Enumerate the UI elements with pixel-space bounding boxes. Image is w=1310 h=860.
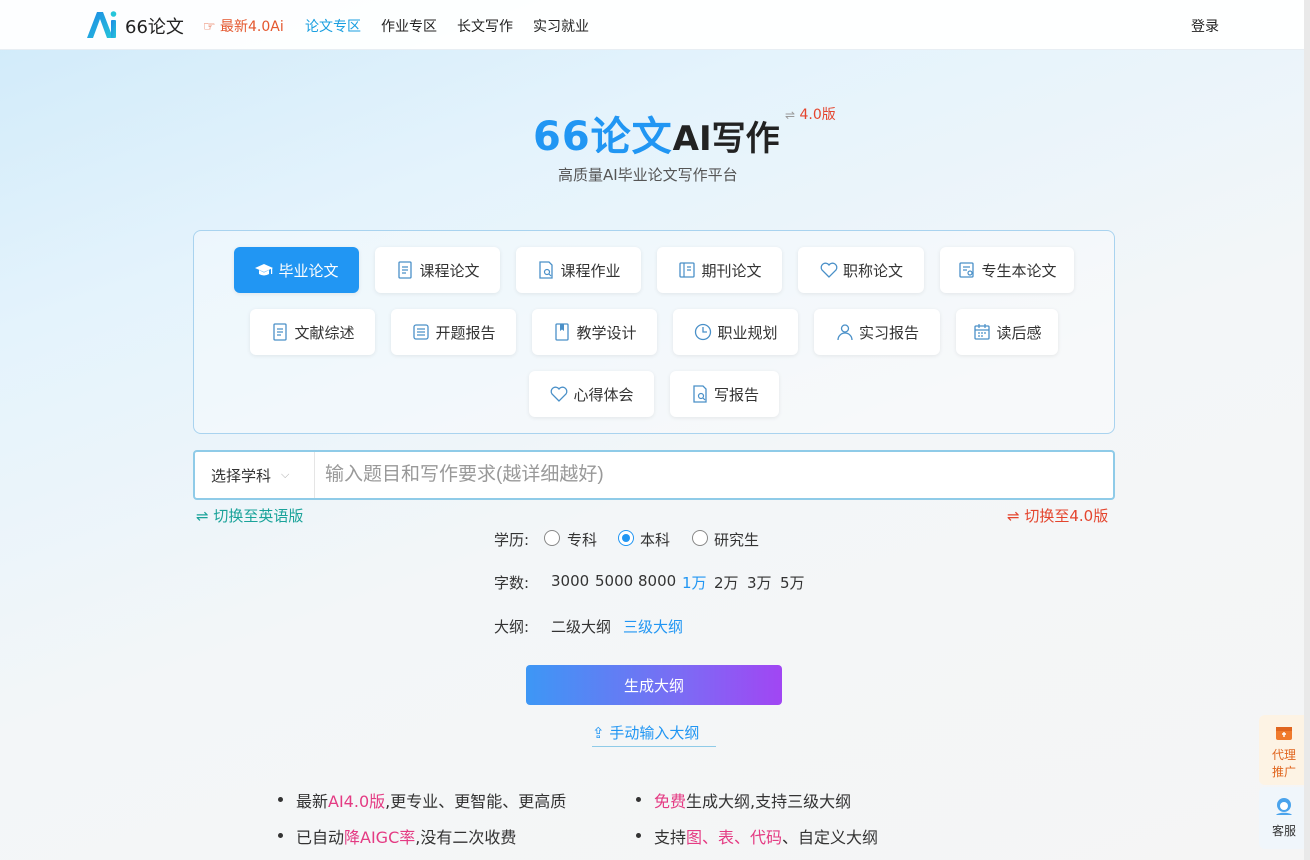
manual-outline-link[interactable]: ⇪ 手动输入大纲 [592, 722, 716, 747]
customer-service-icon [1276, 798, 1292, 815]
type-teaching-design[interactable]: 教学设计 [532, 309, 657, 355]
feature-item: 最新AI4.0版,更专业、更智能、更高质 [277, 788, 566, 812]
hero-title-rest: AI写作 [672, 119, 780, 159]
wordcount-option[interactable]: 2万 [714, 572, 739, 593]
hero-subtitle: 高质量AI毕业论文写作平台 [558, 166, 738, 184]
document-search-icon [693, 385, 707, 403]
gift-icon [1276, 727, 1292, 740]
nav-homework-zone[interactable]: 作业专区 [381, 16, 437, 36]
wordcount-option[interactable]: 5万 [780, 572, 805, 593]
switch-icon: ⇌ [785, 108, 796, 122]
type-course-homework[interactable]: 课程作业 [516, 247, 641, 293]
document-icon [398, 261, 413, 279]
nav-thesis-zone[interactable]: 论文专区 [305, 16, 361, 36]
type-reflection[interactable]: 心得体会 [529, 371, 654, 417]
switch-to-40-link[interactable]: ⇌ 切换至4.0版 [1007, 505, 1108, 526]
brand-name[interactable]: 66论文 [125, 13, 184, 39]
radio-postgraduate[interactable] [692, 530, 708, 546]
type-proposal-report[interactable]: 开题报告 [391, 309, 516, 355]
radio-label-junior-college[interactable]: 专科 [567, 529, 597, 550]
topic-input[interactable] [325, 458, 1105, 492]
login-link[interactable]: 登录 [1191, 16, 1219, 36]
nav-internship[interactable]: 实习就业 [533, 16, 589, 36]
top-navigation-bar: 66论文 ☞ 最新4.0Ai 论文专区 作业专区 长文写作 实习就业 登录 [0, 0, 1310, 50]
document-search-icon [539, 261, 554, 279]
hero-title-main: 66论文 [533, 114, 673, 160]
type-internship-report[interactable]: 实习报告 [814, 309, 940, 355]
brand-logo[interactable] [85, 8, 119, 40]
feature-item: 免费生成大纲,支持三级大纲 [635, 788, 851, 812]
graduation-cap-icon [255, 264, 274, 276]
report-icon [959, 262, 975, 278]
customer-service-widget[interactable]: 客服 [1259, 787, 1309, 849]
book-icon [555, 323, 570, 341]
upload-icon: ⇪ [592, 724, 605, 742]
journal-icon [679, 262, 696, 278]
version-label: 4.0版 [799, 107, 836, 123]
outline-option-level3[interactable]: 三级大纲 [623, 616, 683, 637]
type-professional-title-paper[interactable]: 职称论文 [798, 247, 924, 293]
version-badge[interactable]: ⇌ 4.0版 [785, 104, 836, 124]
feature-item: 已自动降AIGC率,没有二次收费 [277, 824, 516, 848]
type-book-review[interactable]: 读后感 [956, 309, 1058, 355]
radio-label-undergraduate[interactable]: 本科 [640, 529, 670, 550]
wordcount-option[interactable]: 8000 [638, 572, 676, 590]
outline-option-level2[interactable]: 二级大纲 [551, 616, 611, 637]
radio-label-postgraduate[interactable]: 研究生 [714, 529, 759, 550]
wordcount-option[interactable]: 3000 [551, 572, 589, 590]
page-scrollbar[interactable] [1304, 0, 1310, 860]
list-icon [413, 324, 430, 340]
type-literature-review[interactable]: 文献综述 [250, 309, 375, 355]
type-write-report[interactable]: 写报告 [670, 371, 779, 417]
nav-long-writing[interactable]: 长文写作 [457, 16, 513, 36]
nav-latest-40ai[interactable]: ☞ 最新4.0Ai [203, 16, 284, 36]
wordcount-option[interactable]: 5000 [595, 572, 633, 590]
hand-pointer-icon: ☞ [203, 19, 216, 35]
agent-promotion-widget[interactable]: 代理 推广 [1259, 715, 1309, 785]
clock-icon [695, 323, 712, 341]
chevron-down-icon: ⌵ [281, 468, 290, 481]
heart-icon [820, 262, 838, 278]
switch-to-english-link[interactable]: ⇌ 切换至英语版 [196, 505, 303, 526]
generate-outline-button[interactable]: 生成大纲 [526, 665, 782, 705]
wordcount-option-selected[interactable]: 1万 [682, 572, 707, 593]
radio-undergraduate[interactable] [618, 530, 634, 546]
wordcount-label: 字数: [494, 574, 530, 592]
document-icon [273, 323, 288, 341]
user-icon [837, 324, 853, 341]
subject-select[interactable]: 选择学科 ⌵ [195, 452, 315, 498]
type-upgrade-thesis[interactable]: 专生本论文 [940, 247, 1074, 293]
type-graduation-thesis[interactable]: 毕业论文 [234, 247, 359, 293]
type-journal-paper[interactable]: 期刊论文 [657, 247, 782, 293]
calendar-icon [974, 324, 991, 340]
wordcount-option[interactable]: 3万 [747, 572, 772, 593]
type-course-paper[interactable]: 课程论文 [375, 247, 500, 293]
type-career-plan[interactable]: 职业规划 [673, 309, 798, 355]
education-label: 学历: [494, 531, 530, 549]
hero-title: 66论文AI写作 [533, 104, 780, 162]
feature-item: 支持图、表、代码、自定义大纲 [635, 824, 878, 848]
topic-input-bar: 选择学科 ⌵ [193, 450, 1115, 500]
outline-label: 大纲: [494, 618, 530, 636]
heart-icon [551, 386, 568, 402]
radio-junior-college[interactable] [544, 530, 560, 546]
